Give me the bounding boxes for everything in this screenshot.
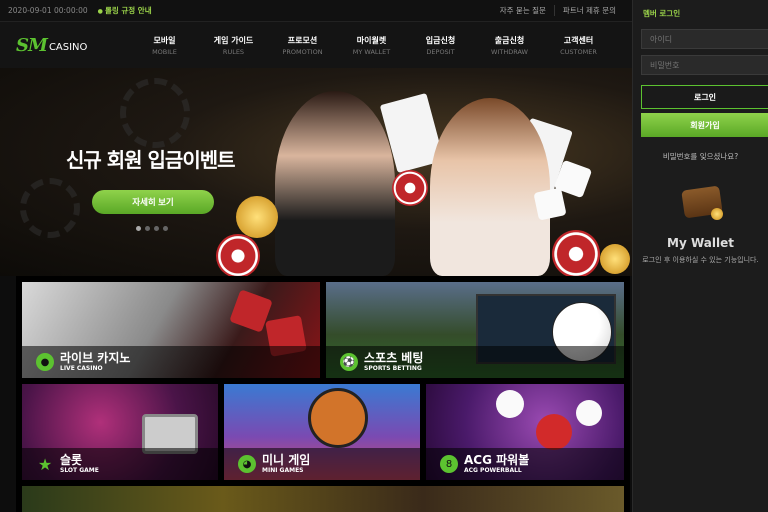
lottery-ball-image	[496, 390, 524, 418]
nav-sublabel: RULES	[222, 47, 245, 56]
nav-sublabel: MOBILE	[152, 47, 177, 56]
tile-title: 라이브 카지노	[60, 350, 131, 365]
signup-button[interactable]: 회원가입	[641, 113, 768, 137]
tile-title: 스포츠 베팅	[364, 350, 424, 365]
faq-link[interactable]: 자주 묻는 질문	[492, 5, 554, 16]
main-header: SM CASINO 모바일 MOBILE 게임 가이드 RULES 프로모션 P…	[0, 22, 632, 68]
mini-games-tile[interactable]: ◕ 미니 게임 MINI GAMES	[224, 384, 420, 480]
star-icon: ★	[37, 454, 53, 474]
soccer-ball-icon: ⚽	[340, 353, 358, 371]
model-image-right	[430, 98, 550, 276]
tile-label: ★ 슬롯 SLOT GAME	[22, 448, 218, 480]
pacman-icon: ◕	[238, 455, 256, 473]
nav-item-deposit[interactable]: 입금신청 DEPOSIT	[406, 35, 475, 56]
hero-details-button[interactable]: 자세히 보기	[92, 190, 214, 214]
sports-betting-tile[interactable]: ⚽ 스포츠 베팅 SPORTS BETTING	[326, 282, 624, 378]
tile-text: 라이브 카지노 LIVE CASINO	[60, 350, 131, 373]
hero-banner[interactable]: 신규 회원 입금이벤트 자세히 보기	[0, 68, 632, 276]
nav-label: 프로모션	[287, 35, 318, 45]
casino-chip-image	[552, 230, 600, 276]
nav-item-mobile[interactable]: 모바일 MOBILE	[130, 35, 199, 56]
login-button[interactable]: 로그인	[641, 85, 768, 109]
tile-subtitle: SLOT GAME	[60, 466, 99, 474]
lottery-ball-image	[576, 400, 602, 426]
tile-subtitle: MINI GAMES	[262, 466, 304, 474]
nav-sublabel: DEPOSIT	[426, 47, 455, 56]
member-login-title: 멤버 로그인	[643, 9, 681, 18]
tile-text: ACG 파워볼 ACG POWERBALL	[464, 452, 530, 475]
tile-subtitle: SPORTS BETTING	[364, 364, 422, 372]
login-sidebar: 멤버 로그인 로그인 회원가입 비밀번호를 잊으셨나요? My Wallet 로…	[632, 0, 768, 512]
more-games-image	[22, 486, 624, 512]
tile-label: ⚽ 스포츠 베팅 SPORTS BETTING	[326, 346, 624, 378]
gold-coin-image	[236, 196, 278, 238]
tile-title: ACG 파워볼	[464, 452, 530, 467]
slider-dot[interactable]	[163, 226, 168, 231]
top-links: 자주 묻는 질문 파트너 제휴 문의	[492, 5, 624, 16]
nav-item-customer[interactable]: 고객센터 CUSTOMER	[544, 35, 613, 56]
current-datetime: 2020-09-01 00:00:00	[8, 6, 88, 15]
casino-chip-image	[216, 234, 260, 276]
tile-label: ● 라이브 카지노 LIVE CASINO	[22, 346, 320, 378]
main-nav: 모바일 MOBILE 게임 가이드 RULES 프로모션 PROMOTION 마…	[130, 35, 613, 56]
nav-item-my-wallet[interactable]: 마이월렛 MY WALLET	[337, 35, 406, 56]
top-bar: 2020-09-01 00:00:00 롤링 규정 안내 자주 묻는 질문 파트…	[0, 0, 632, 22]
background-chip-decoration	[20, 178, 80, 238]
chip-icon: ●	[36, 353, 54, 371]
tile-label: ◕ 미니 게임 MINI GAMES	[224, 448, 420, 480]
rolling-rules-notice-link[interactable]: 롤링 규정 안내	[98, 5, 152, 16]
tile-subtitle: ACG POWERBALL	[464, 466, 522, 474]
casino-chip-image	[392, 170, 428, 206]
nav-item-rules[interactable]: 게임 가이드 RULES	[199, 35, 268, 56]
nav-sublabel: CUSTOMER	[560, 47, 597, 56]
nav-item-promotion[interactable]: 프로모션 PROMOTION	[268, 35, 337, 56]
wallet-icon	[679, 184, 723, 220]
acg-powerball-tile[interactable]: 8 ACG 파워볼 ACG POWERBALL	[426, 384, 624, 480]
more-games-tile[interactable]	[22, 486, 624, 512]
live-casino-tile[interactable]: ● 라이브 카지노 LIVE CASINO	[22, 282, 320, 378]
nav-sublabel: WITHDRAW	[491, 47, 528, 56]
nav-item-withdraw[interactable]: 출금신청 WITHDRAW	[475, 35, 544, 56]
nav-label: 입금신청	[425, 35, 456, 45]
model-image-left	[275, 91, 395, 276]
forgot-password-link[interactable]: 비밀번호를 잊으셨나요?	[641, 151, 760, 162]
slot-game-tile[interactable]: ★ 슬롯 SLOT GAME	[22, 384, 218, 480]
logo-mark: SM	[16, 34, 48, 56]
nav-sublabel: MY WALLET	[352, 47, 391, 56]
nav-label: 고객센터	[563, 35, 594, 45]
password-input[interactable]	[641, 55, 768, 75]
my-wallet-title: My Wallet	[667, 236, 734, 250]
logo-text: CASINO	[48, 41, 88, 53]
dice-image	[533, 187, 567, 221]
powerball-icon: 8	[440, 455, 458, 473]
slider-dot[interactable]	[136, 226, 141, 231]
nav-label: 모바일	[153, 35, 176, 45]
hero-title: 신규 회원 입금이벤트	[66, 148, 236, 172]
tile-text: 스포츠 베팅 SPORTS BETTING	[364, 350, 424, 373]
slider-dots	[136, 226, 168, 231]
username-input[interactable]	[641, 29, 768, 49]
tile-title: 슬롯	[60, 452, 83, 467]
tile-title: 미니 게임	[262, 452, 311, 467]
gold-coin-image	[600, 244, 630, 274]
my-wallet-description: 로그인 후 이용하실 수 있는 기능입니다.	[642, 256, 759, 264]
background-chip-decoration	[120, 78, 190, 148]
mascot-image	[308, 388, 368, 448]
tile-text: 미니 게임 MINI GAMES	[262, 452, 311, 475]
tile-subtitle: LIVE CASINO	[60, 364, 103, 372]
game-categories: ● 라이브 카지노 LIVE CASINO ⚽ 스포츠 베팅 SPORTS BE…	[16, 276, 630, 512]
nav-label: 출금신청	[494, 35, 525, 45]
nav-label: 게임 가이드	[213, 35, 254, 45]
powerball-image	[536, 414, 572, 450]
partner-inquiry-link[interactable]: 파트너 제휴 문의	[553, 5, 624, 16]
slider-dot[interactable]	[145, 226, 150, 231]
slider-dot[interactable]	[154, 226, 159, 231]
tile-label: 8 ACG 파워볼 ACG POWERBALL	[426, 448, 624, 480]
nav-sublabel: PROMOTION	[282, 47, 323, 56]
coin-shape	[710, 208, 723, 220]
tile-text: 슬롯 SLOT GAME	[60, 452, 99, 475]
site-logo[interactable]: SM CASINO	[0, 22, 120, 68]
nav-label: 마이월렛	[356, 35, 387, 45]
